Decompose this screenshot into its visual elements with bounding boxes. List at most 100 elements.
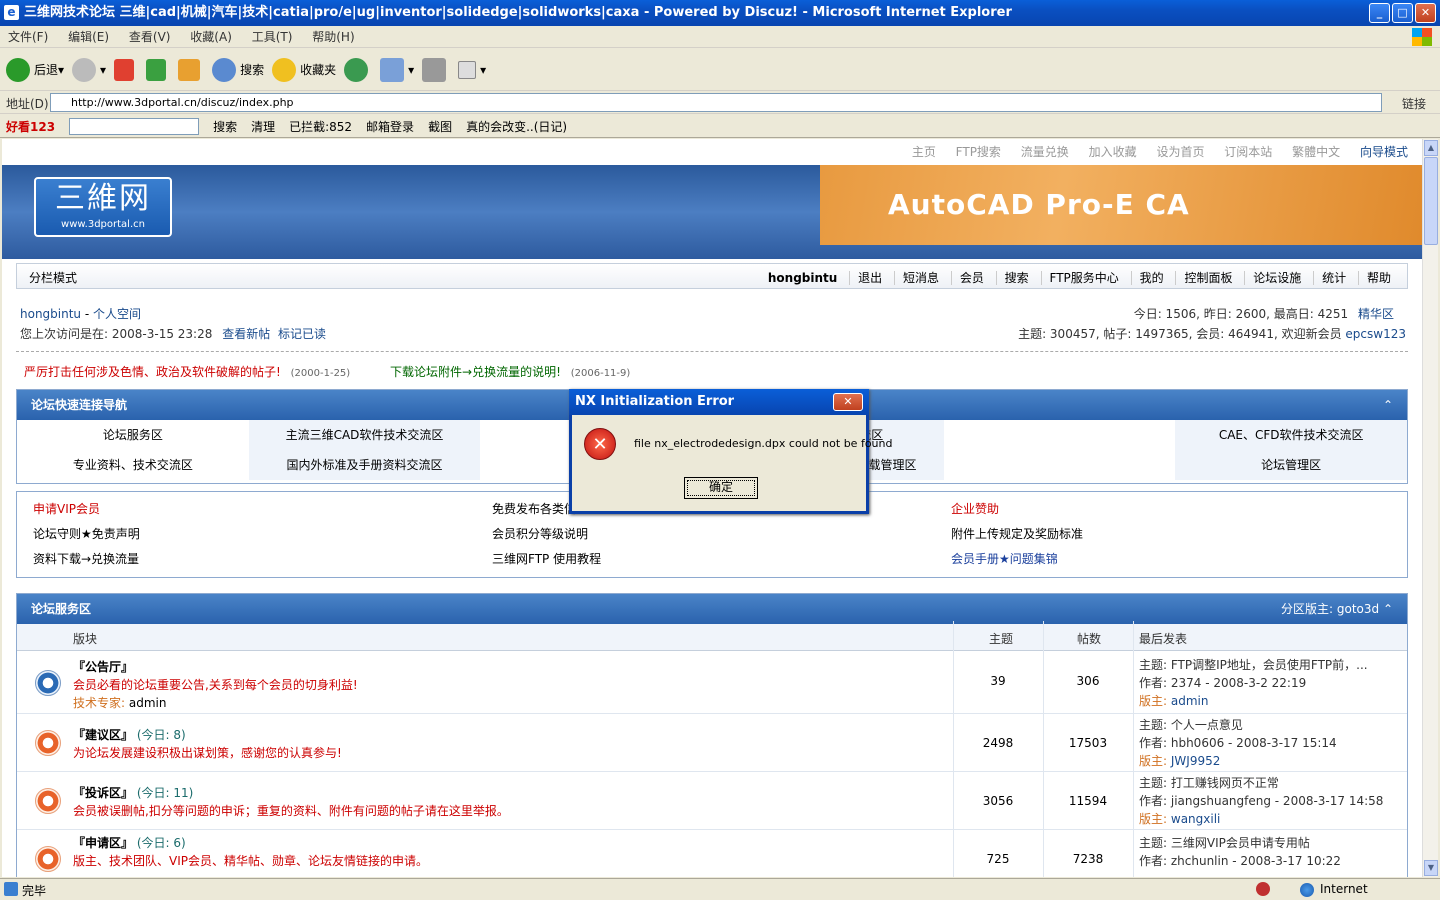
- top-link-traditional[interactable]: 繁體中文: [1292, 145, 1340, 159]
- top-link-bookmark[interactable]: 加入收藏: [1089, 145, 1137, 159]
- info-link[interactable]: 会员积分等级说明: [492, 525, 951, 542]
- user-name-link[interactable]: hongbintu: [20, 307, 81, 321]
- forum-status-icon: [35, 730, 61, 756]
- last-post-topic-link[interactable]: 主题: 打工赚钱网页不正常: [1139, 774, 1383, 792]
- top-link-homepage[interactable]: 设为首页: [1156, 145, 1204, 159]
- info-link[interactable]: 会员手册★问题集锦: [951, 550, 1410, 567]
- nav-search[interactable]: 搜索: [995, 271, 1029, 285]
- dialog-close-button[interactable]: ✕: [833, 393, 863, 411]
- announcement-link[interactable]: 下载论坛附件→兑换流量的说明!: [390, 365, 561, 379]
- vertical-scrollbar[interactable]: ▲ ▼: [1422, 139, 1438, 877]
- menu-edit[interactable]: 编辑(E): [60, 26, 117, 48]
- info-link[interactable]: 申请VIP会员: [33, 500, 492, 517]
- maximize-button[interactable]: □: [1392, 3, 1413, 23]
- info-link[interactable]: 资料下载→兑换流量: [33, 550, 492, 567]
- search-button[interactable]: 搜索: [212, 57, 264, 82]
- menu-view[interactable]: 查看(V): [121, 26, 179, 48]
- last-post-topic-link[interactable]: 主题: 三维网VIP会员申请专用帖: [1139, 834, 1341, 852]
- nav-logout[interactable]: 退出: [849, 271, 883, 285]
- nav-facilities[interactable]: 论坛设施: [1244, 271, 1302, 285]
- top-link-ftp-search[interactable]: FTP搜索: [956, 145, 1001, 159]
- top-link-home[interactable]: 主页: [912, 145, 936, 159]
- linksbar-search-input[interactable]: [69, 117, 200, 135]
- last-post-topic-link[interactable]: 主题: 个人一点意见: [1139, 716, 1337, 734]
- site-logo[interactable]: 三維网 www.3dportal.cn: [34, 177, 172, 237]
- forward-button[interactable]: ▾: [72, 57, 106, 82]
- nav-control-panel[interactable]: 控制面板: [1175, 271, 1233, 285]
- top-link-subscribe[interactable]: 订阅本站: [1224, 145, 1272, 159]
- menu-tools[interactable]: 工具(T): [244, 26, 301, 48]
- mark-read-link[interactable]: 标记已读: [278, 327, 326, 341]
- quick-nav-link[interactable]: CAE、CFD软件技术交流区: [1175, 420, 1407, 450]
- mail-login-button[interactable]: 邮箱登录: [366, 118, 414, 135]
- scroll-down-icon[interactable]: ▼: [1424, 860, 1438, 876]
- top-link-traffic[interactable]: 流量兑换: [1021, 145, 1069, 159]
- info-link[interactable]: 附件上传规定及奖励标准: [951, 525, 1410, 542]
- back-button[interactable]: 后退 ▾: [6, 57, 64, 82]
- menu-favorites[interactable]: 收藏(A): [182, 26, 240, 48]
- linksbar-search-button[interactable]: 搜索: [213, 118, 237, 135]
- quick-nav-link[interactable]: 专业资料、技术交流区: [17, 450, 249, 480]
- forum-mod-link[interactable]: admin: [129, 696, 167, 710]
- nav-stats[interactable]: 统计: [1313, 271, 1347, 285]
- quick-nav-link[interactable]: 论坛服务区: [17, 420, 249, 450]
- new-posts-link[interactable]: 查看新帖: [222, 327, 270, 341]
- refresh-button[interactable]: [146, 58, 170, 81]
- quick-nav-link[interactable]: [943, 450, 1176, 480]
- personal-space-link[interactable]: 个人空间: [93, 307, 141, 321]
- links-label[interactable]: 链接: [1402, 95, 1426, 112]
- blocked-counter[interactable]: 已拦截:852: [289, 118, 352, 135]
- newest-member-link[interactable]: epcsw123: [1345, 327, 1406, 341]
- nav-username[interactable]: hongbintu: [760, 271, 837, 285]
- window-titlebar: e 三维网技术论坛 三维|cad|机械|汽车|技术|catia|pro/e|ug…: [0, 0, 1440, 26]
- nav-ftp-center[interactable]: FTP服务中心: [1040, 271, 1119, 285]
- forum-name-link[interactable]: 『申请区』: [73, 836, 133, 850]
- top-link-wizard[interactable]: 向导模式: [1360, 145, 1408, 159]
- clean-button[interactable]: 清理: [251, 118, 275, 135]
- favorites-button[interactable]: 收藏夹: [272, 57, 336, 82]
- info-link[interactable]: 论坛守则★免责声明: [33, 525, 492, 542]
- last-mod-link[interactable]: wangxili: [1171, 812, 1221, 826]
- scroll-up-icon[interactable]: ▲: [1424, 140, 1438, 156]
- forum-name-link[interactable]: 『投诉区』: [73, 786, 133, 800]
- stop-button[interactable]: [114, 58, 138, 81]
- minimize-button[interactable]: _: [1369, 3, 1390, 23]
- ad-banner[interactable]: AutoCAD Pro-E CA: [820, 165, 1422, 245]
- collapse-icon[interactable]: ⌃: [1383, 390, 1393, 420]
- forum-topics: 725: [986, 852, 1010, 866]
- split-mode-toggle[interactable]: 分栏模式: [29, 269, 77, 286]
- forum-name-link[interactable]: 『公告厅』: [73, 658, 133, 675]
- forum-posts: 11594: [1068, 794, 1108, 808]
- history-button[interactable]: [344, 57, 372, 82]
- last-mod-link[interactable]: JWJ9952: [1171, 754, 1220, 768]
- ok-button[interactable]: 确定: [684, 477, 758, 499]
- announcement-link[interactable]: 严厉打击任何涉及色情、政治及软件破解的帖子!: [24, 365, 281, 379]
- quick-nav-link[interactable]: 主流三维CAD软件技术交流区: [248, 420, 481, 450]
- info-link[interactable]: 三维网FTP 使用教程: [492, 550, 951, 567]
- print-button[interactable]: [422, 57, 450, 82]
- forum-name-link[interactable]: 『建议区』: [73, 728, 133, 742]
- menu-help[interactable]: 帮助(H): [304, 26, 362, 48]
- quick-nav-link[interactable]: 国内外标准及手册资料交流区: [248, 450, 481, 480]
- brand-button[interactable]: 好看123: [6, 118, 55, 135]
- last-mod-link[interactable]: admin: [1171, 694, 1209, 708]
- nav-messages[interactable]: 短消息: [893, 271, 939, 285]
- news-link[interactable]: 真的会改变..(日记): [466, 118, 567, 135]
- last-post-topic-link[interactable]: 主题: FTP调整IP地址，会员使用FTP前，...: [1139, 656, 1368, 674]
- info-link[interactable]: 企业赞助: [951, 500, 1410, 517]
- quick-nav-link[interactable]: 论坛管理区: [1175, 450, 1407, 480]
- mail-button[interactable]: ▾: [380, 57, 414, 82]
- nav-help[interactable]: 帮助: [1357, 271, 1391, 285]
- scroll-thumb[interactable]: [1424, 157, 1438, 245]
- menu-file[interactable]: 文件(F): [0, 26, 56, 48]
- digest-link[interactable]: 精华区: [1358, 307, 1394, 321]
- nav-members[interactable]: 会员: [950, 271, 984, 285]
- edit-button[interactable]: ▾: [458, 60, 486, 79]
- home-button[interactable]: [178, 58, 204, 81]
- quick-nav-link[interactable]: [943, 420, 1176, 450]
- close-window-button[interactable]: ✕: [1415, 3, 1436, 23]
- search-icon: [212, 57, 237, 82]
- screenshot-button[interactable]: 截图: [428, 118, 452, 135]
- address-input[interactable]: http://www.3dportal.cn/discuz/index.php: [50, 93, 1382, 112]
- nav-mine[interactable]: 我的: [1130, 271, 1164, 285]
